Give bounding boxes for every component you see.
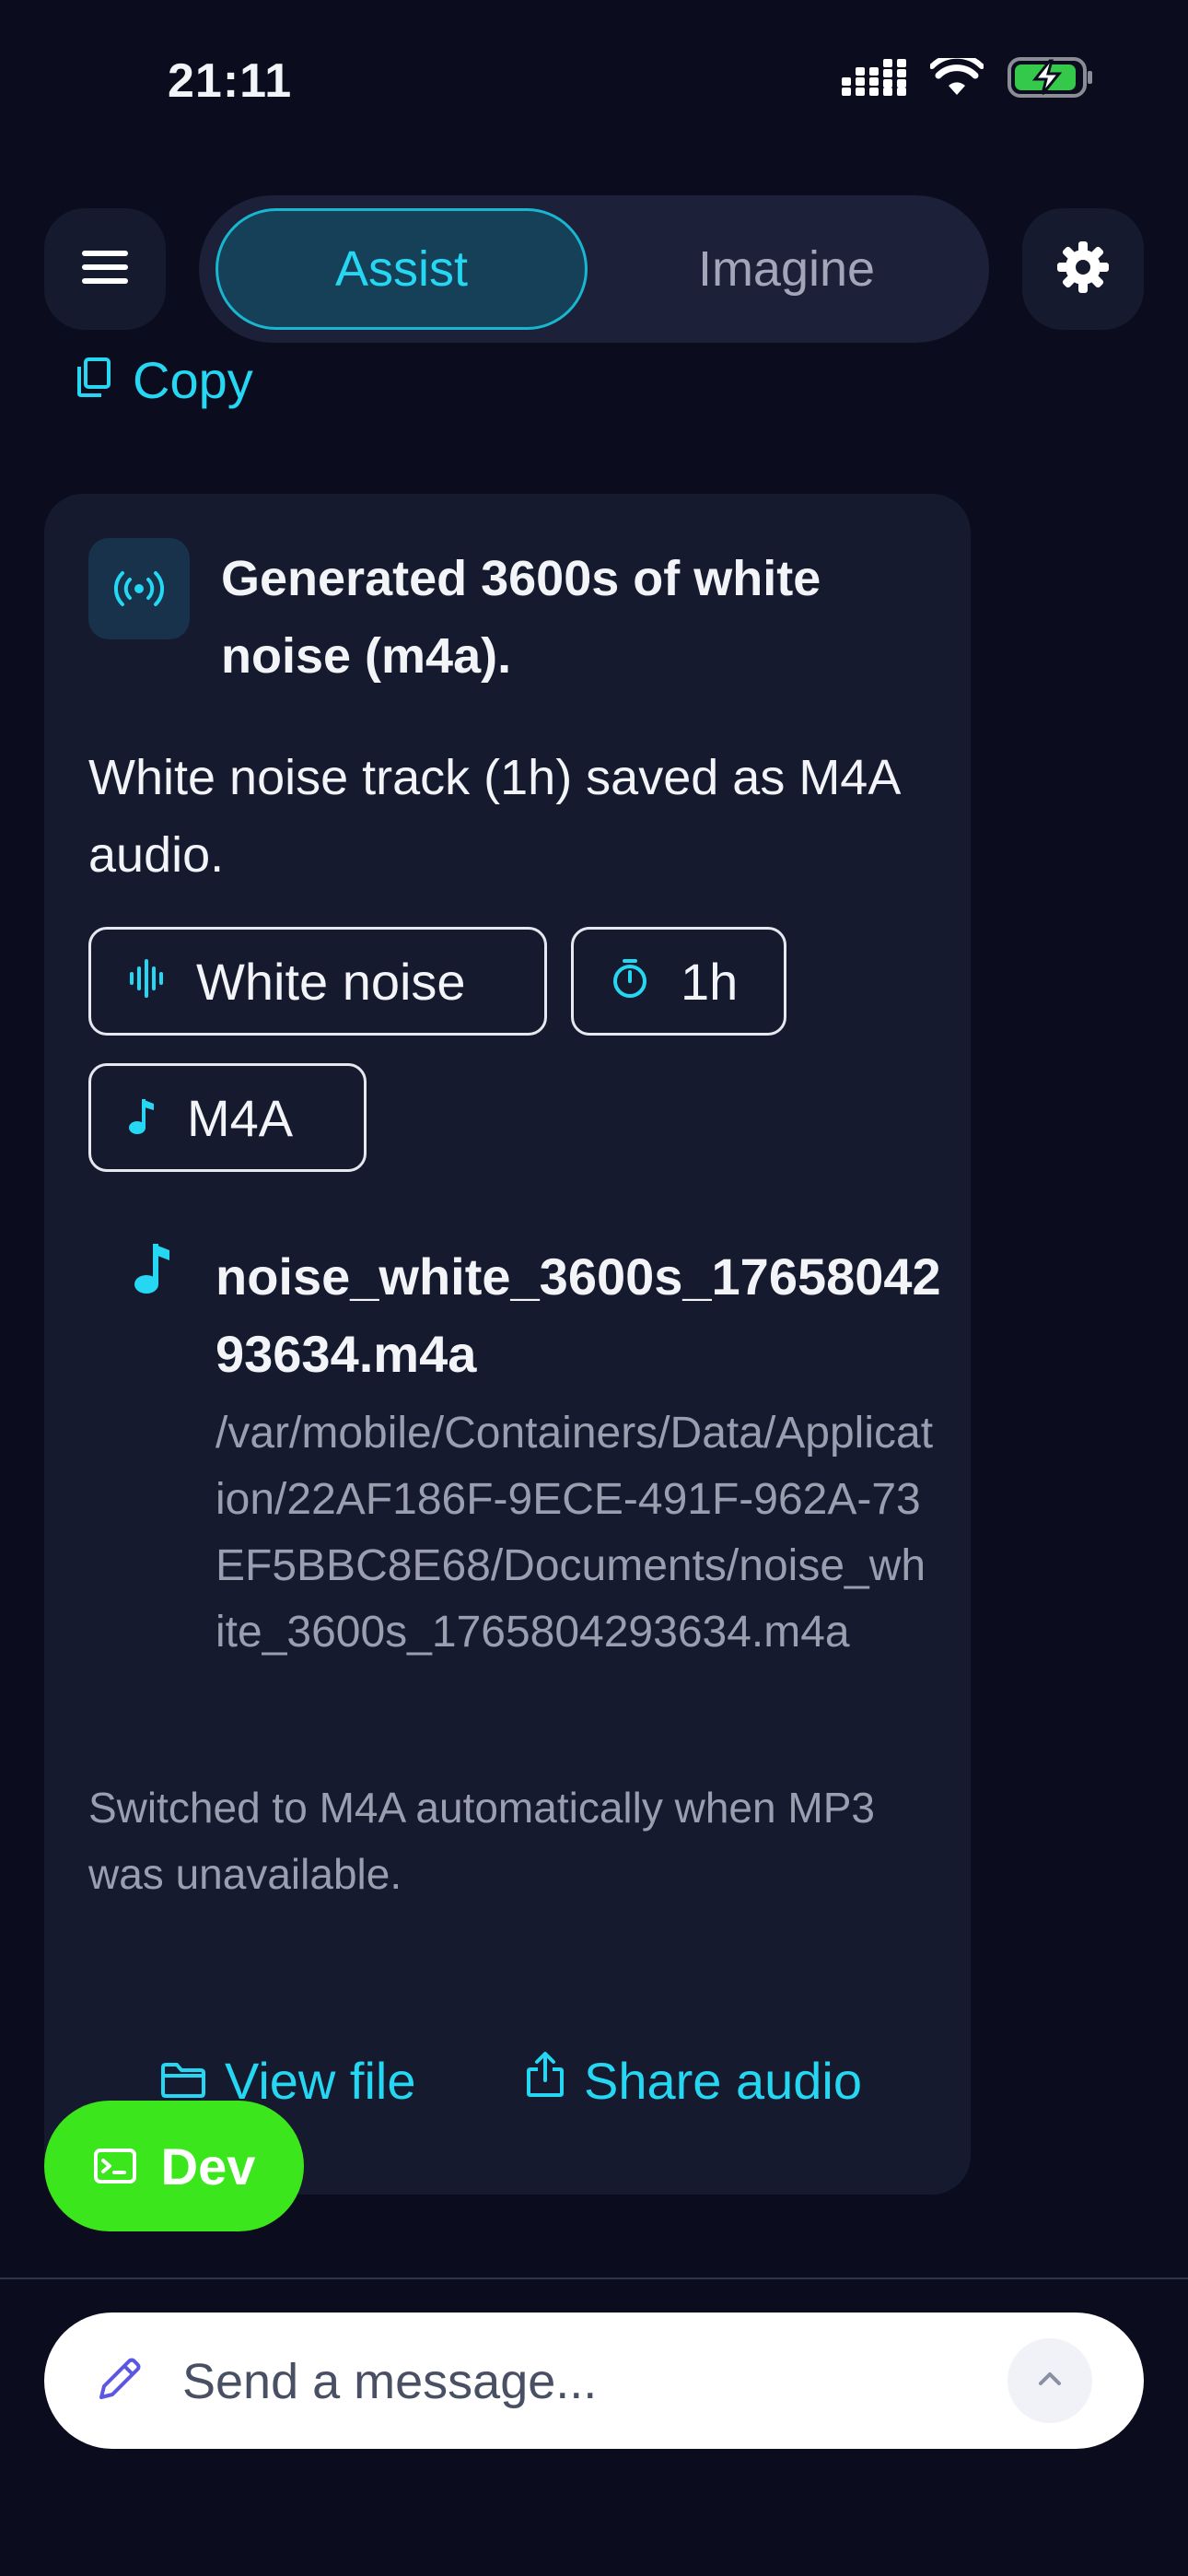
terminal-icon bbox=[93, 2137, 137, 2196]
chip-label: White noise bbox=[196, 952, 466, 1011]
mode-toggle: Assist Imagine bbox=[199, 195, 989, 343]
share-icon bbox=[525, 2051, 565, 2111]
copy-icon bbox=[76, 350, 112, 410]
result-card: Generated 3600s of white noise (m4a). Wh… bbox=[44, 494, 971, 2195]
chip-label: M4A bbox=[187, 1088, 294, 1147]
pencil-icon bbox=[96, 2355, 144, 2407]
expand-composer-button[interactable] bbox=[1007, 2338, 1092, 2423]
tab-imagine[interactable]: Imagine bbox=[600, 208, 973, 330]
share-audio-label: Share audio bbox=[584, 2052, 863, 2110]
card-title: Generated 3600s of white noise (m4a). bbox=[221, 551, 821, 684]
status-time: 21:11 bbox=[168, 54, 293, 108]
dev-label: Dev bbox=[160, 2137, 256, 2195]
share-audio-button[interactable]: Share audio bbox=[525, 2051, 862, 2111]
settings-button[interactable] bbox=[1022, 208, 1144, 330]
status-icons bbox=[842, 53, 1094, 102]
menu-button[interactable] bbox=[44, 208, 166, 330]
radio-broadcast-icon bbox=[88, 538, 190, 639]
format-fallback-note: Switched to M4A automatically when MP3 w… bbox=[88, 1784, 875, 1898]
tab-assist[interactable]: Assist bbox=[215, 208, 588, 330]
chip-label: 1h bbox=[681, 952, 739, 1011]
message-composer bbox=[44, 2313, 1144, 2449]
file-name: noise_white_3600s_1765804293634.m4a bbox=[215, 1247, 941, 1383]
chip-duration: 1h bbox=[571, 927, 786, 1036]
waveform-icon bbox=[128, 952, 165, 1012]
file-path: /var/mobile/Containers/Data/Application/… bbox=[215, 1409, 934, 1657]
composer-divider bbox=[0, 2277, 1188, 2279]
gear-icon bbox=[1055, 240, 1111, 299]
card-description: White noise track (1h) saved as M4A audi… bbox=[88, 750, 899, 883]
copy-label: Copy bbox=[133, 351, 253, 409]
chip-format: M4A bbox=[88, 1063, 367, 1172]
chip-white-noise: White noise bbox=[88, 927, 547, 1036]
music-note-icon bbox=[128, 1088, 156, 1148]
copy-button[interactable]: Copy bbox=[76, 350, 253, 410]
hamburger-icon bbox=[81, 249, 129, 290]
message-input[interactable] bbox=[181, 2344, 995, 2419]
app-screen: 21:11 Assist Imagine Copy Generated 3600… bbox=[0, 0, 1188, 2576]
battery-charging-icon bbox=[1007, 57, 1094, 102]
audio-file-icon bbox=[133, 1240, 173, 1300]
chevron-up-icon bbox=[1036, 2370, 1064, 2393]
timer-icon bbox=[611, 952, 649, 1012]
dev-button[interactable]: Dev bbox=[44, 2101, 304, 2231]
cellular-signal-icon bbox=[842, 59, 906, 100]
wifi-icon bbox=[929, 53, 984, 101]
